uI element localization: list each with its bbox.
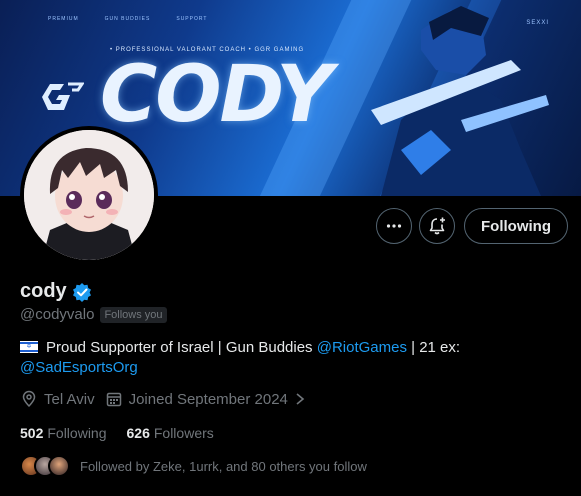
bio-mention-sadesportsorg[interactable]: @SadEsportsOrg	[20, 359, 138, 376]
handle: @codyvalo	[20, 306, 95, 323]
joined-text: Joined September 2024	[128, 390, 288, 408]
banner-character-art	[371, 6, 549, 196]
bio-text: | 21 ex:	[406, 339, 461, 356]
banner-nav-item: SUPPORT	[176, 16, 208, 22]
display-name: cody	[20, 280, 67, 302]
location-pin-icon	[22, 390, 36, 408]
followed-by-text: Followed by Zeke, 1urrk, and 80 others y…	[80, 458, 367, 474]
following-stat[interactable]: 502 Following	[20, 425, 107, 441]
banner-nav-item: GUN BUDDIES	[104, 16, 151, 22]
location-text: Tel Aviv	[44, 390, 95, 408]
verified-badge-icon[interactable]	[72, 282, 92, 302]
israel-flag-icon: ✡	[20, 341, 38, 353]
more-horizontal-icon	[386, 224, 402, 228]
follows-you-badge: Follows you	[100, 306, 167, 323]
profile-meta: Tel Aviv Joined September 2024	[20, 390, 316, 408]
location: Tel Aviv	[20, 390, 95, 408]
bell-plus-icon	[429, 217, 445, 235]
followers-stat[interactable]: 626 Followers	[127, 425, 214, 441]
banner-title: CODY	[100, 50, 333, 140]
banner-logo	[42, 82, 84, 110]
bio: ✡ Proud Supporter of Israel | Gun Buddies…	[20, 338, 540, 378]
banner-nav-item: PREMIUM	[48, 16, 79, 22]
following-count: 502	[20, 425, 44, 441]
banner-nav: PREMIUM GUN BUDDIES SUPPORT	[48, 16, 207, 22]
following-label: Following	[47, 425, 107, 441]
handle-row: @codyvalo Follows you	[20, 306, 167, 323]
followers-count: 626	[126, 425, 150, 441]
notify-button[interactable]	[419, 208, 455, 244]
avatar	[48, 455, 70, 477]
bio-text: Proud Supporter of Israel | Gun Buddies	[46, 339, 317, 356]
followers-label: Followers	[153, 425, 214, 441]
calendar-icon	[106, 392, 121, 407]
avatar-illustration	[24, 130, 154, 260]
more-button[interactable]	[376, 208, 412, 244]
joined-date[interactable]: Joined September 2024	[105, 390, 306, 408]
profile-avatar[interactable]	[20, 126, 158, 264]
following-button[interactable]: Following	[464, 208, 568, 244]
followed-by[interactable]: Followed by Zeke, 1urrk, and 80 others y…	[20, 455, 367, 477]
follow-stats: 502 Following 626 Followers	[20, 425, 214, 441]
name-row: cody	[20, 280, 92, 303]
chevron-right-icon	[296, 393, 305, 405]
bio-mention-riotgames[interactable]: @RiotGames	[317, 339, 407, 356]
